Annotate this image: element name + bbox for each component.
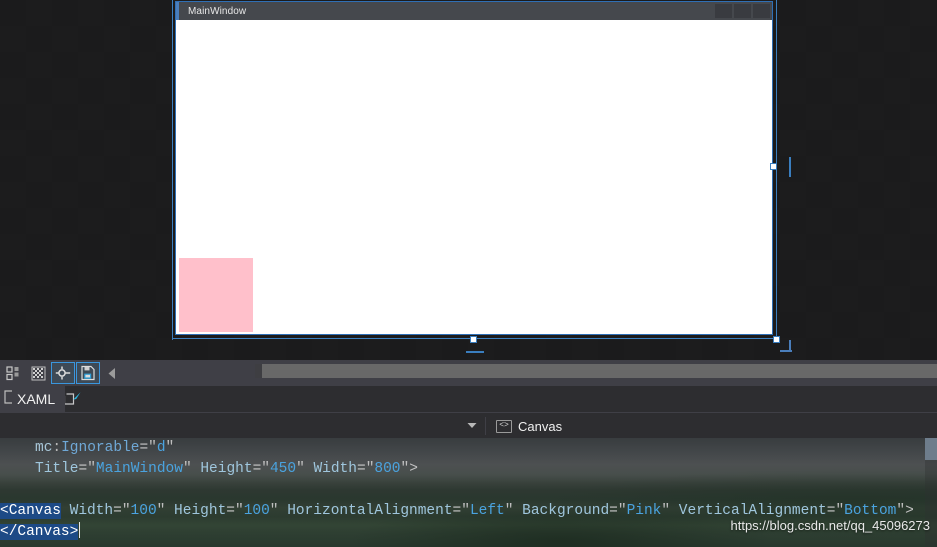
code-token: Canvas	[17, 524, 70, 540]
design-window[interactable]: MainWindow	[175, 1, 773, 335]
code-token: "	[121, 503, 131, 519]
titlebar-accent-bar	[176, 2, 179, 20]
corner-resize-grip[interactable]	[780, 340, 792, 352]
code-token: >	[69, 524, 79, 540]
visual-studio-wpf-designer: MainWindow XAML <> Canvas mc:Ignorable="…	[0, 0, 937, 547]
code-token: <	[0, 503, 9, 519]
collapse-left-arrow-icon[interactable]	[104, 362, 120, 384]
width-indicator-line	[789, 157, 791, 177]
code-token: "	[269, 503, 279, 519]
snap-to-gridlines-icon[interactable]	[26, 362, 50, 384]
code-element-icon: <>	[496, 419, 512, 433]
selection-edge-left	[172, 0, 173, 340]
watermark-url: https://blog.csdn.net/qq_45096273	[730, 518, 931, 533]
code-token: <	[0, 524, 9, 540]
code-token: Title	[35, 461, 79, 477]
code-token: =	[113, 503, 122, 519]
pan-tool-icon[interactable]	[51, 362, 75, 384]
code-token: "	[261, 461, 270, 477]
canvas-element-preview[interactable]	[179, 258, 253, 332]
editor-tab-row: XAML	[0, 386, 937, 412]
code-token: =	[139, 440, 149, 456]
code-token: Width	[60, 503, 114, 519]
code-token: HorizontalAlignment	[278, 503, 453, 519]
breadcrumb-element-name: Canvas	[518, 418, 563, 434]
code-token: 450	[269, 461, 297, 477]
code-token: :	[52, 440, 62, 456]
code-token: 100	[130, 503, 157, 519]
chevron-down-icon[interactable]	[467, 422, 477, 431]
resize-handle-bottom-right[interactable]	[773, 336, 780, 343]
code-token: d	[156, 440, 166, 456]
code-token: "	[461, 503, 470, 519]
designer-horizontal-scrollbar[interactable]	[255, 364, 937, 378]
editor-vertical-scrollbar-thumb[interactable]	[925, 438, 937, 460]
line-title-height-width[interactable]: Title="MainWindow" Height="450" Width="8…	[0, 459, 937, 480]
designer-surface[interactable]: MainWindow	[0, 0, 937, 360]
code-token: Height	[191, 461, 253, 477]
code-token: >	[409, 461, 418, 477]
code-token: "	[661, 503, 671, 519]
code-token: =	[609, 503, 618, 519]
close-button[interactable]	[753, 4, 770, 18]
code-token: "	[835, 503, 845, 519]
design-window-client-area[interactable]	[176, 20, 772, 334]
code-token: 100	[243, 503, 270, 519]
code-token: Bottom	[844, 503, 897, 519]
popout-window-icon[interactable]	[62, 389, 84, 409]
maximize-button[interactable]	[734, 4, 751, 18]
code-token: "	[617, 503, 627, 519]
code-token: "	[148, 440, 157, 456]
design-window-title: MainWindow	[188, 5, 247, 17]
designer-horizontal-scrollbar-thumb[interactable]	[262, 364, 937, 378]
element-breadcrumb[interactable]: <> Canvas	[486, 413, 562, 439]
code-token: =	[452, 503, 462, 519]
code-token: "	[182, 461, 192, 477]
line-mc-ignorable[interactable]: mc:Ignorable="d"	[0, 438, 937, 459]
member-dropdown[interactable]	[0, 413, 485, 439]
code-token: 800	[374, 461, 401, 477]
code-token: "	[896, 503, 906, 519]
code-token: Ignorable	[61, 440, 140, 456]
code-token: VerticalAlignment	[670, 503, 827, 519]
selection-edge-right	[776, 0, 777, 340]
text-caret	[79, 522, 81, 538]
code-token: Canvas	[8, 503, 61, 519]
code-token: >	[905, 503, 914, 519]
code-token: "	[400, 461, 410, 477]
tab-xaml-label: XAML	[17, 391, 56, 407]
code-token: "	[234, 503, 244, 519]
code-token: =	[78, 461, 88, 477]
snap-to-grid-icon[interactable]	[1, 362, 25, 384]
code-token: mc	[35, 440, 53, 456]
editor-navigation-bar: <> Canvas	[0, 412, 937, 439]
code-token: Height	[165, 503, 227, 519]
code-token: Left	[469, 503, 505, 519]
minimize-button[interactable]	[715, 4, 732, 18]
xaml-code-editor[interactable]: mc:Ignorable="d" Title="MainWindow" Heigh…	[0, 438, 937, 547]
design-window-controls	[715, 4, 770, 18]
code-token: Width	[304, 461, 357, 477]
height-indicator-line	[466, 351, 484, 353]
code-token: "	[165, 440, 175, 456]
code-token: "	[87, 461, 96, 477]
save-snapshot-icon[interactable]	[76, 362, 100, 384]
code-token: =	[226, 503, 235, 519]
resize-handle-bottom[interactable]	[470, 336, 477, 343]
code-token: Background	[513, 503, 610, 519]
code-token: Pink	[626, 503, 662, 519]
resize-handle-right[interactable]	[770, 163, 777, 170]
code-token: MainWindow	[95, 461, 183, 477]
tab-xaml[interactable]: XAML	[0, 386, 66, 412]
code-token: =	[252, 461, 262, 477]
code-token: =	[357, 461, 366, 477]
design-window-titlebar: MainWindow	[176, 2, 772, 20]
xaml-tab-icon	[2, 389, 13, 409]
code-token: "	[296, 461, 305, 477]
